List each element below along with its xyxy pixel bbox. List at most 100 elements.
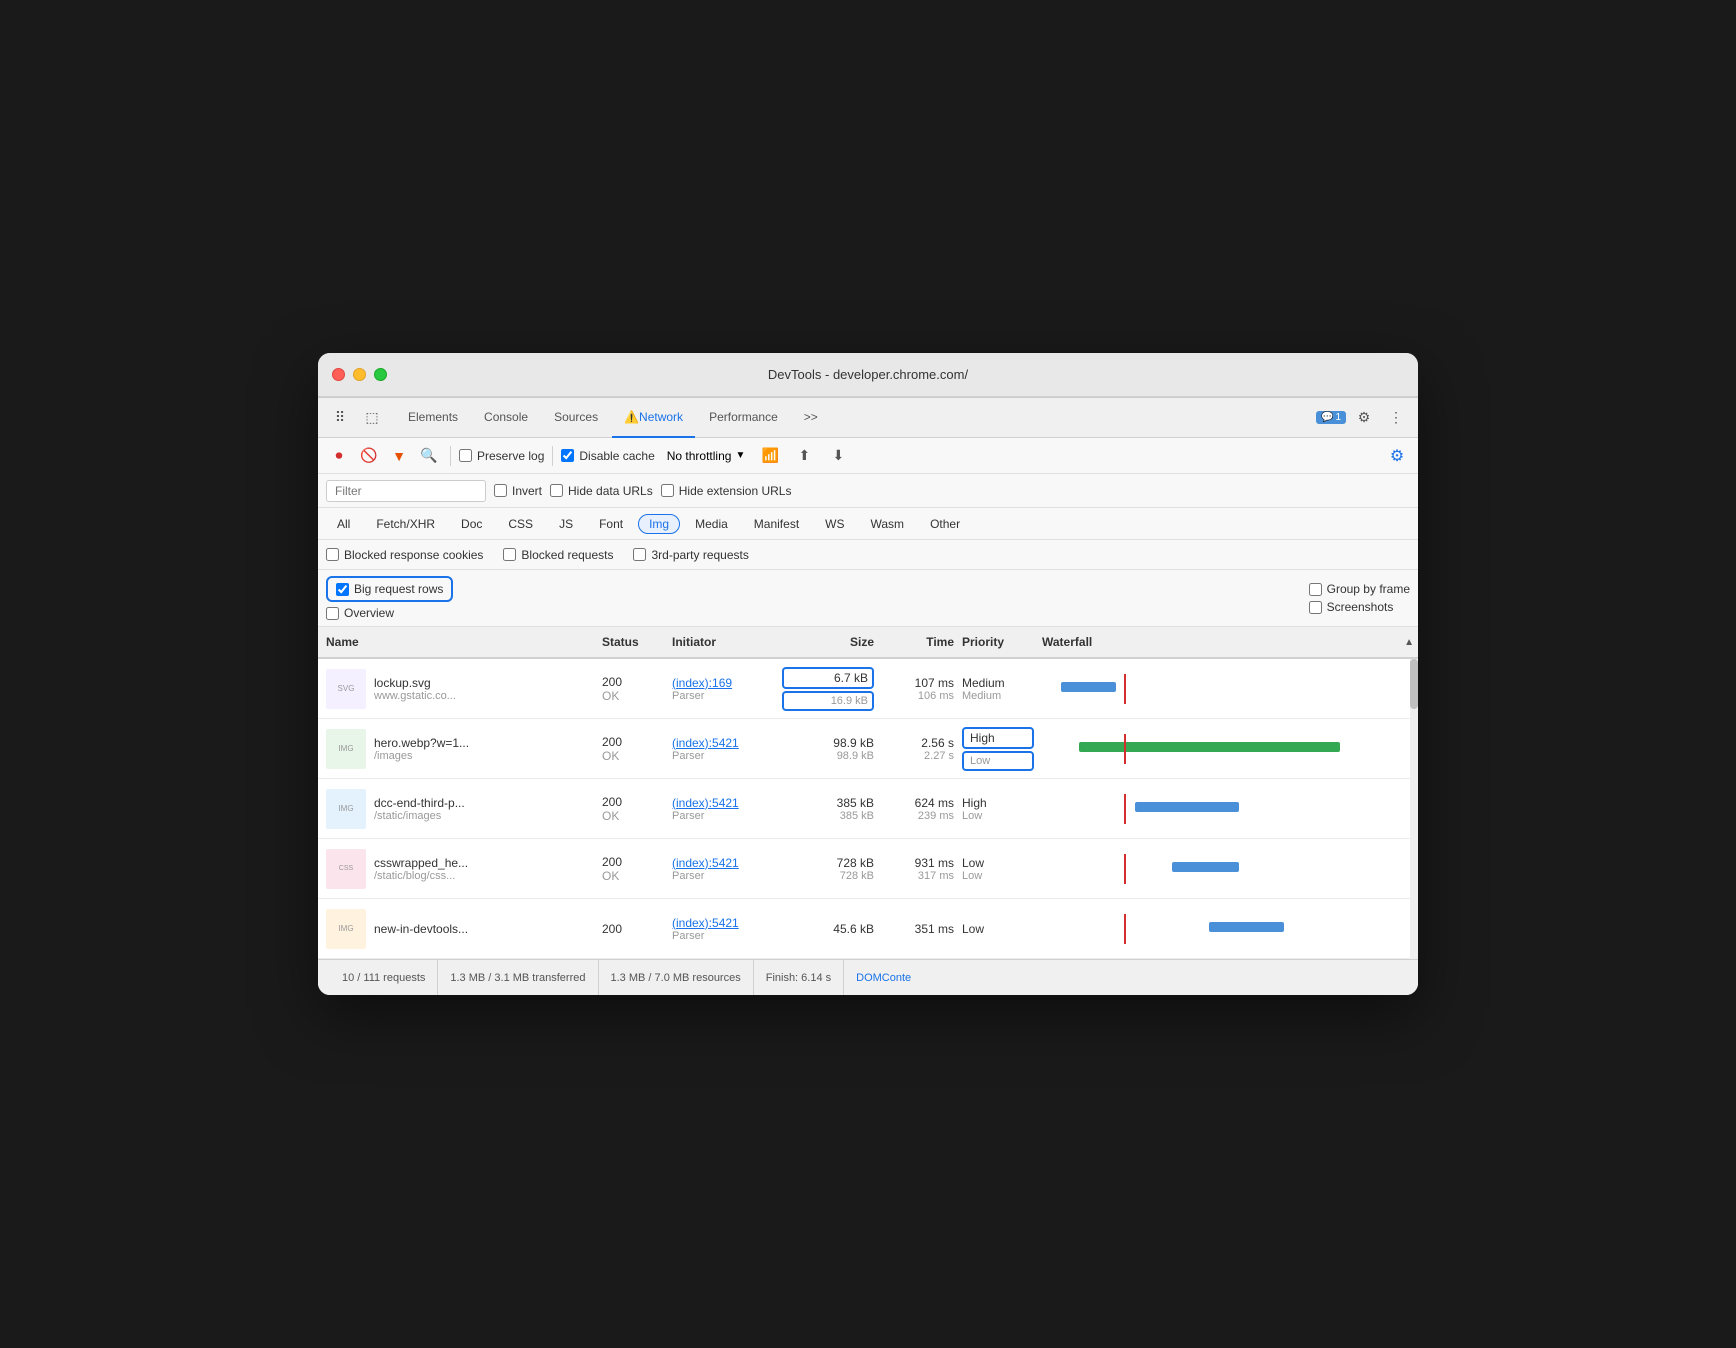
invert-checkbox[interactable]: [494, 484, 507, 497]
row-2-name-cell: IMG dcc-end-third-p... /static/images: [318, 779, 598, 838]
scrollbar-thumb[interactable]: [1410, 659, 1418, 709]
third-party-requests-label[interactable]: 3rd-party requests: [633, 548, 748, 562]
screenshots-checkbox[interactable]: [1309, 601, 1322, 614]
col-header-waterfall[interactable]: Waterfall ▲: [1038, 635, 1418, 649]
disable-cache-checkbox[interactable]: [561, 449, 574, 462]
col-header-initiator[interactable]: Initiator: [668, 635, 778, 649]
big-request-rows-checkbox[interactable]: [336, 583, 349, 596]
row-1-status: 200 OK: [598, 719, 668, 778]
throttle-selector[interactable]: No throttling ▼: [667, 449, 746, 463]
row-3-status: 200 OK: [598, 839, 668, 898]
table-row[interactable]: IMG hero.webp?w=1... /images 200 OK (ind…: [318, 719, 1418, 779]
res-btn-font[interactable]: Font: [588, 514, 634, 534]
res-btn-other[interactable]: Other: [919, 514, 971, 534]
overview-checkbox[interactable]: [326, 607, 339, 620]
col-header-time[interactable]: Time: [878, 635, 958, 649]
hide-data-urls-checkbox-label[interactable]: Hide data URLs: [550, 484, 653, 498]
messages-badge[interactable]: 💬 1: [1316, 411, 1346, 424]
filter-input[interactable]: [326, 480, 486, 502]
wifi-icon[interactable]: 📶: [757, 443, 783, 469]
preserve-log-checkbox-label[interactable]: Preserve log: [459, 449, 544, 463]
table-row[interactable]: CSS csswrapped_he... /static/blog/css...…: [318, 839, 1418, 899]
record-stop-button[interactable]: ⏺: [326, 443, 352, 469]
options-row: Big request rows Overview Group by frame…: [318, 570, 1418, 627]
group-by-frame-checkbox[interactable]: [1309, 583, 1322, 596]
res-btn-js[interactable]: JS: [548, 514, 584, 534]
row-0-priority: Medium Medium: [958, 659, 1038, 718]
waterfall-red-line: [1124, 674, 1126, 704]
maximize-button[interactable]: [374, 368, 387, 381]
divider-2: [552, 446, 553, 466]
row-1-size: 98.9 kB 98.9 kB: [778, 719, 878, 778]
row-1-priority: High Low: [958, 719, 1038, 778]
scrollbar-track: [1410, 659, 1418, 959]
table-row[interactable]: IMG dcc-end-third-p... /static/images 20…: [318, 779, 1418, 839]
hide-ext-urls-checkbox-label[interactable]: Hide extension URLs: [661, 484, 792, 498]
filter-icon[interactable]: ▼: [386, 443, 412, 469]
settings-icon[interactable]: ⚙: [1350, 404, 1378, 432]
screenshots-label[interactable]: Screenshots: [1309, 600, 1410, 614]
row-0-size: 6.7 kB 16.9 kB: [778, 659, 878, 718]
download-icon[interactable]: ⬇: [825, 443, 851, 469]
more-options-icon[interactable]: ⋮: [1382, 404, 1410, 432]
row-1-initiator: (index):5421 Parser: [668, 719, 778, 778]
blocked-resp-cookies-label[interactable]: Blocked response cookies: [326, 548, 483, 562]
blocked-requests-label[interactable]: Blocked requests: [503, 548, 613, 562]
status-finish: Finish: 6.14 s: [754, 960, 844, 995]
overview-label[interactable]: Overview: [326, 606, 1149, 620]
preserve-log-checkbox[interactable]: [459, 449, 472, 462]
tab-performance[interactable]: Performance: [697, 398, 790, 438]
pointer-icon[interactable]: ⠿: [326, 404, 354, 432]
tab-console[interactable]: Console: [472, 398, 540, 438]
table-row[interactable]: IMG new-in-devtools... 200 (index):5421 …: [318, 899, 1418, 959]
row-4-thumbnail: IMG: [326, 909, 366, 949]
left-options: Big request rows Overview: [326, 576, 1149, 620]
devtools-window: DevTools - developer.chrome.com/ ⠿ ⬚ Ele…: [318, 353, 1418, 995]
row-2-waterfall: [1038, 779, 1418, 838]
row-3-thumbnail: CSS: [326, 849, 366, 889]
res-btn-wasm[interactable]: Wasm: [860, 514, 916, 534]
col-header-size[interactable]: Size: [778, 635, 878, 649]
res-btn-ws[interactable]: WS: [814, 514, 855, 534]
tab-sources[interactable]: Sources: [542, 398, 610, 438]
status-domconte: DOMConte: [844, 960, 923, 995]
invert-checkbox-label[interactable]: Invert: [494, 484, 542, 498]
res-btn-img[interactable]: Img: [638, 514, 680, 534]
minimize-button[interactable]: [353, 368, 366, 381]
table-row[interactable]: SVG lockup.svg www.gstatic.co... 200 OK …: [318, 659, 1418, 719]
col-header-name[interactable]: Name: [318, 635, 598, 649]
row-0-status: 200 OK: [598, 659, 668, 718]
res-btn-all[interactable]: All: [326, 514, 361, 534]
search-icon[interactable]: 🔍: [416, 443, 442, 469]
group-by-frame-label[interactable]: Group by frame: [1309, 582, 1410, 596]
blocked-requests-checkbox[interactable]: [503, 548, 516, 561]
upload-icon[interactable]: ⬆: [791, 443, 817, 469]
clear-button[interactable]: 🚫: [356, 443, 382, 469]
row-3-waterfall-bar: [1042, 854, 1414, 884]
tab-more[interactable]: >>: [792, 398, 830, 438]
row-4-time: 351 ms: [878, 899, 958, 958]
table-body: SVG lockup.svg www.gstatic.co... 200 OK …: [318, 659, 1418, 959]
tab-elements[interactable]: Elements: [396, 398, 470, 438]
close-button[interactable]: [332, 368, 345, 381]
network-settings-icon[interactable]: ⚙: [1384, 443, 1410, 469]
blocked-resp-cookies-checkbox[interactable]: [326, 548, 339, 561]
row-2-status: 200 OK: [598, 779, 668, 838]
warning-icon: ⚠️: [624, 410, 639, 424]
hide-ext-urls-checkbox[interactable]: [661, 484, 674, 497]
res-btn-fetch-xhr[interactable]: Fetch/XHR: [365, 514, 446, 534]
row-3-priority: Low Low: [958, 839, 1038, 898]
res-btn-doc[interactable]: Doc: [450, 514, 493, 534]
res-btn-css[interactable]: CSS: [497, 514, 544, 534]
hide-data-urls-checkbox[interactable]: [550, 484, 563, 497]
res-btn-media[interactable]: Media: [684, 514, 739, 534]
col-header-status[interactable]: Status: [598, 635, 668, 649]
device-toggle-icon[interactable]: ⬚: [358, 404, 386, 432]
third-party-requests-checkbox[interactable]: [633, 548, 646, 561]
tab-network[interactable]: ⚠️ Network: [612, 398, 695, 438]
res-btn-manifest[interactable]: Manifest: [743, 514, 810, 534]
col-header-priority[interactable]: Priority: [958, 635, 1038, 649]
disable-cache-checkbox-label[interactable]: Disable cache: [561, 449, 654, 463]
waterfall-red-line: [1124, 914, 1126, 944]
big-request-rows-label[interactable]: Big request rows: [326, 576, 453, 602]
